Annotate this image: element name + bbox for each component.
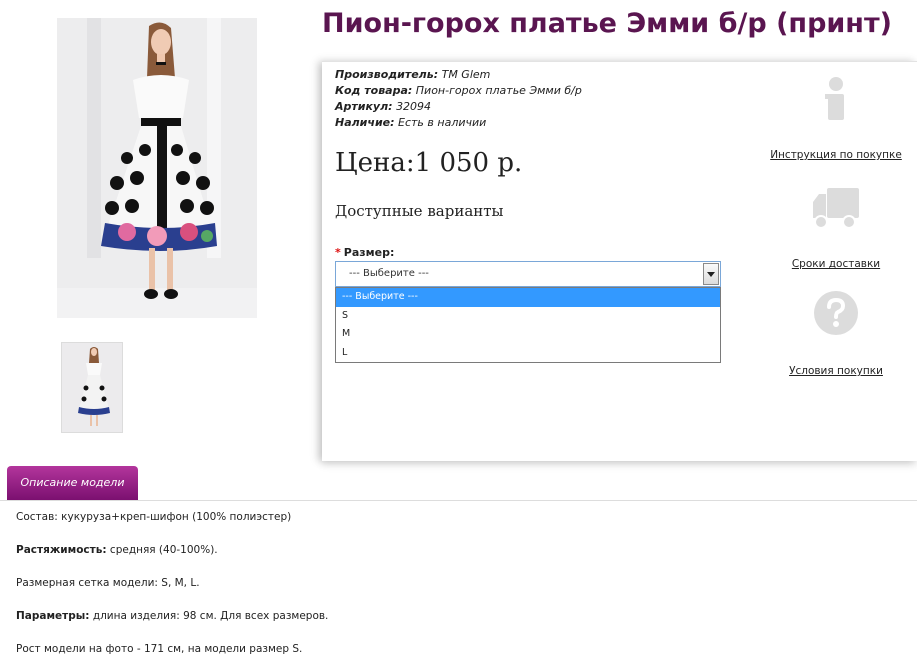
- truck-icon: [813, 188, 859, 229]
- product-price: Цена:1 050 р.: [335, 148, 523, 178]
- tab-divider: [0, 500, 917, 501]
- product-thumbnail[interactable]: [61, 342, 123, 433]
- description-model-height: Рост модели на фото - 171 см, на модели …: [16, 643, 303, 655]
- description-size-grid: Размерная сетка модели: S, M, L.: [16, 577, 200, 589]
- size-option-l[interactable]: L: [336, 344, 720, 363]
- thumbnail-illustration: [62, 343, 122, 432]
- side-link-terms[interactable]: Условия покупки: [766, 290, 906, 377]
- variants-heading: Доступные варианты: [335, 202, 504, 220]
- size-label: * Размер:: [335, 246, 395, 259]
- tab-model-description[interactable]: Описание модели: [7, 466, 138, 500]
- size-option-m[interactable]: M: [336, 325, 720, 344]
- question-icon: [814, 291, 858, 335]
- size-dropdown-list: --- Выберите --- S M L: [335, 287, 721, 363]
- product-main-photo[interactable]: [57, 18, 257, 318]
- product-description: Состав: кукуруза+креп-шифон (100% полиэс…: [16, 511, 328, 661]
- meta-product-code: Код товара: Пион-горох платье Эмми б/р: [335, 84, 582, 97]
- product-info-panel: Производитель: TM Glem Код товара: Пион-…: [322, 61, 917, 461]
- size-select[interactable]: --- Выберите ---: [335, 261, 721, 287]
- size-option-s[interactable]: S: [336, 307, 720, 326]
- chevron-down-icon[interactable]: [703, 263, 719, 285]
- product-meta: Производитель: TM Glem Код товара: Пион-…: [335, 67, 582, 131]
- side-link-instructions-label[interactable]: Инструкция по покупке: [766, 149, 906, 161]
- side-link-terms-label[interactable]: Условия покупки: [766, 365, 906, 377]
- product-title: Пион-горох платье Эмми б/р (принт): [322, 8, 892, 39]
- info-icon: [825, 77, 844, 120]
- description-parameters: Параметры: длина изделия: 98 см. Для все…: [16, 610, 329, 622]
- description-composition: Состав: кукуруза+креп-шифон (100% полиэс…: [16, 511, 292, 523]
- size-option-placeholder[interactable]: --- Выберите ---: [336, 288, 720, 307]
- side-link-instructions[interactable]: Инструкция по покупке: [766, 76, 906, 161]
- meta-article: Артикул: 32094: [335, 100, 432, 113]
- side-link-delivery[interactable]: Сроки доставки: [766, 186, 906, 270]
- meta-availability: Наличие: Есть в наличии: [335, 116, 487, 129]
- size-select-value: --- Выберите ---: [349, 268, 429, 279]
- meta-manufacturer: Производитель: TM Glem: [335, 68, 491, 81]
- description-stretch: Растяжимость: средняя (40-100%).: [16, 544, 218, 556]
- dress-model-illustration: [57, 18, 257, 318]
- side-link-delivery-label[interactable]: Сроки доставки: [766, 258, 906, 270]
